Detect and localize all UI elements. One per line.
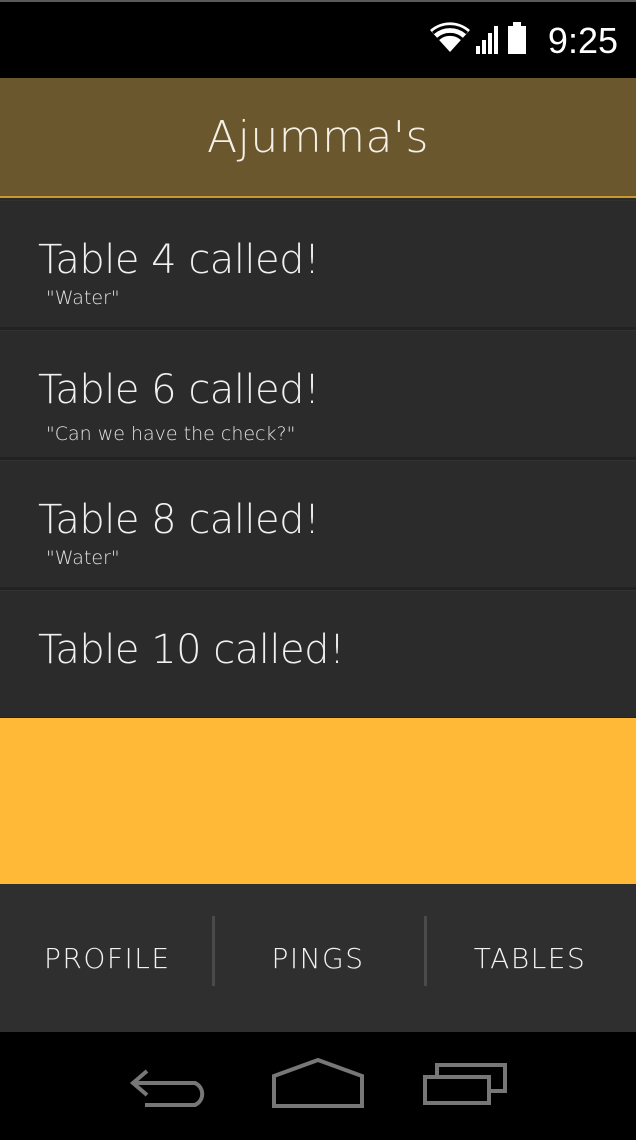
home-icon <box>270 1057 366 1114</box>
ping-note: "Water" <box>46 547 120 569</box>
tab-profile[interactable]: PROFILE <box>0 884 212 1032</box>
app-screen: 9:25 Ajumma's Table 4 called! "Water" Ta… <box>0 0 636 1140</box>
tab-tables[interactable]: TABLES <box>424 884 636 1032</box>
signal-icon <box>476 24 502 58</box>
accent-panel <box>0 718 636 884</box>
ping-item-table-6[interactable]: Table 6 called! "Can we have the check?" <box>0 330 636 460</box>
recent-apps-icon <box>421 1059 511 1113</box>
tab-label: TABLES <box>473 941 587 975</box>
ping-item-table-4[interactable]: Table 4 called! "Water" <box>0 200 636 330</box>
recent-apps-button[interactable] <box>416 1056 516 1116</box>
ping-note: "Water" <box>46 287 120 309</box>
ping-list: Table 4 called! "Water" Table 6 called! … <box>0 200 636 720</box>
status-clock: 9:25 <box>547 20 618 61</box>
ping-note: "Can we have the check?" <box>46 423 296 445</box>
tab-label: PINGS <box>271 941 365 975</box>
ping-title: Table 6 called! <box>38 367 320 413</box>
ping-title: Table 10 called! <box>38 627 345 673</box>
ping-title: Table 8 called! <box>38 497 320 543</box>
status-icons <box>428 22 528 58</box>
system-nav-bar <box>0 1032 636 1140</box>
wifi-icon <box>428 22 472 58</box>
ping-title: Table 4 called! <box>38 237 320 283</box>
tab-label: PROFILE <box>44 941 168 975</box>
page-title: Ajumma's <box>207 111 429 163</box>
battery-icon <box>506 22 528 58</box>
tab-pings[interactable]: PINGS <box>212 884 424 1032</box>
status-bar: 9:25 <box>0 0 636 78</box>
app-header: Ajumma's <box>0 78 636 198</box>
tab-bar: PROFILE PINGS TABLES <box>0 884 636 1032</box>
home-button[interactable] <box>268 1056 368 1116</box>
back-button[interactable] <box>120 1056 220 1116</box>
ping-item-table-8[interactable]: Table 8 called! "Water" <box>0 460 636 590</box>
ping-item-table-10[interactable]: Table 10 called! <box>0 590 636 720</box>
back-icon <box>125 1059 215 1113</box>
